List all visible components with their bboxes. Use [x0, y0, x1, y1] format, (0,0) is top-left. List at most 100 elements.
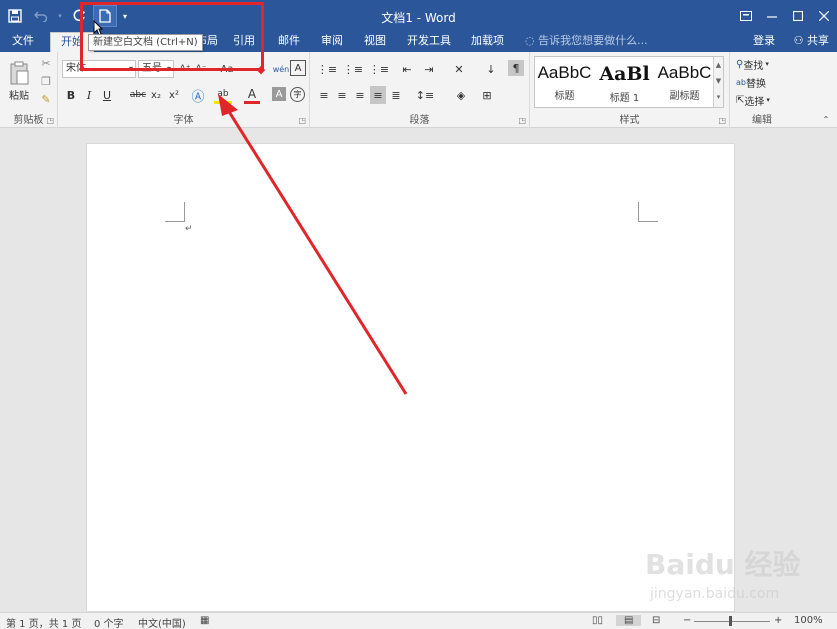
clear-formatting-icon[interactable]: ◆	[252, 60, 270, 78]
bold-button[interactable]: B	[64, 86, 78, 104]
enclose-characters-icon[interactable]: 字	[290, 87, 305, 102]
clipboard-group: 粘贴 ✂ ❐ ✎ 剪贴板 ◳	[0, 52, 58, 128]
chinese-layout-icon[interactable]: ✕	[448, 60, 470, 78]
editing-group-label: 编辑	[752, 115, 772, 126]
phonetic-guide-icon[interactable]: wén	[272, 60, 290, 78]
style-title[interactable]: AaBbC 标题	[535, 57, 594, 107]
sort-icon[interactable]: ↓	[482, 60, 500, 78]
tab-review[interactable]: 审阅	[321, 32, 343, 52]
sign-in-link[interactable]: 登录	[753, 32, 775, 50]
margin-corner-mark	[638, 202, 658, 222]
tab-developer[interactable]: 开发工具	[407, 32, 451, 52]
replace-button[interactable]: ab 替换	[736, 74, 766, 90]
macro-record-icon[interactable]: ▦	[200, 615, 209, 626]
format-painter-icon[interactable]: ✎	[38, 92, 54, 106]
language-indicator[interactable]: 中文(中国)	[138, 615, 186, 629]
grow-font-button[interactable]: A⁺	[178, 60, 192, 78]
borders-icon[interactable]: ⊞	[476, 86, 498, 104]
more-styles-icon[interactable]: ▾	[714, 89, 723, 105]
shading-icon[interactable]: ◈	[450, 86, 472, 104]
styles-gallery: AaBbC 标题 AaBl 标题 1 AaBbC 副标题 ▲ ▼ ▾	[534, 56, 724, 108]
zoom-out-icon[interactable]: −	[683, 615, 691, 626]
chevron-down-icon: ▾	[765, 60, 769, 68]
font-size-combo[interactable]: 五号 ▾	[138, 60, 174, 78]
multilevel-list-icon[interactable]: ⋮≡	[368, 60, 390, 78]
read-mode-icon[interactable]: ▯▯	[592, 615, 603, 626]
tab-addins[interactable]: 加载项	[471, 32, 504, 52]
paste-button[interactable]: 粘贴	[6, 58, 32, 104]
align-center-icon[interactable]: ≡	[334, 86, 350, 104]
zoom-slider-thumb[interactable]	[729, 616, 732, 626]
tab-file[interactable]: 文件	[12, 32, 34, 52]
vertical-scrollbar[interactable]	[825, 128, 837, 612]
window-controls	[733, 0, 837, 32]
paste-label: 粘贴	[9, 90, 29, 102]
highlight-button[interactable]: ab	[214, 86, 232, 104]
share-button[interactable]: ⚇ 共享	[790, 32, 833, 50]
customize-qat-icon[interactable]: ▾	[120, 6, 130, 26]
font-launcher-icon[interactable]: ◳	[298, 116, 306, 125]
tab-mailings[interactable]: 邮件	[278, 32, 300, 52]
tab-view[interactable]: 视图	[364, 32, 386, 52]
zoom-in-icon[interactable]: +	[774, 615, 782, 626]
style-heading-1[interactable]: AaBl 标题 1	[595, 57, 654, 107]
italic-button[interactable]: I	[82, 86, 96, 104]
document-page[interactable]: ↵	[86, 143, 735, 612]
line-spacing-icon[interactable]: ↕≡	[414, 86, 436, 104]
find-button[interactable]: ⚲ 查找 ▾	[736, 56, 769, 72]
styles-launcher-icon[interactable]: ◳	[718, 116, 726, 125]
ribbon-display-options-icon[interactable]	[733, 0, 759, 32]
decrease-indent-icon[interactable]: ⇤	[398, 60, 416, 78]
subscript-button[interactable]: x₂	[148, 86, 164, 104]
strikethrough-button[interactable]: abc	[128, 86, 148, 104]
copy-icon[interactable]: ❐	[38, 74, 54, 88]
style-sample: AaBbC	[657, 63, 712, 82]
collapse-ribbon-icon[interactable]: ⌃	[820, 114, 832, 124]
cut-icon[interactable]: ✂	[38, 56, 54, 70]
chevron-down-icon: ▾	[766, 96, 770, 104]
underline-button[interactable]: U	[100, 86, 114, 104]
share-label: 共享	[807, 34, 829, 47]
align-left-icon[interactable]: ≡	[316, 86, 332, 104]
chevron-down-icon[interactable]: ▼	[714, 73, 723, 89]
print-layout-icon[interactable]: ▤	[616, 615, 642, 626]
redo-icon[interactable]	[68, 6, 90, 26]
paragraph-launcher-icon[interactable]: ◳	[518, 116, 526, 125]
superscript-button[interactable]: x²	[166, 86, 182, 104]
bullets-icon[interactable]: ⋮≡	[316, 60, 338, 78]
save-icon[interactable]	[4, 6, 26, 26]
undo-icon[interactable]	[30, 6, 52, 26]
font-name-combo[interactable]: 宋体 ▾	[62, 60, 136, 78]
web-layout-icon[interactable]: ⊟	[652, 615, 660, 626]
align-right-icon[interactable]: ≡	[352, 86, 368, 104]
shrink-font-button[interactable]: A⁻	[194, 60, 208, 78]
show-formatting-marks-icon[interactable]: ¶	[508, 60, 524, 76]
justify-icon[interactable]: ≡	[370, 86, 386, 104]
character-shading-button[interactable]: A	[272, 87, 286, 101]
page-count[interactable]: 第 1 页，共 1 页	[6, 615, 81, 629]
style-sample: AaBl	[599, 63, 650, 85]
increase-indent-icon[interactable]: ⇥	[420, 60, 438, 78]
maximize-icon[interactable]	[785, 0, 811, 32]
clipboard-launcher-icon[interactable]: ◳	[46, 116, 54, 125]
close-icon[interactable]	[811, 0, 837, 32]
numbering-icon[interactable]: ⋮≡	[342, 60, 364, 78]
chevron-up-icon[interactable]: ▲	[714, 57, 723, 73]
style-subtitle[interactable]: AaBbC 副标题	[655, 57, 714, 107]
character-border-icon[interactable]: A	[290, 60, 306, 76]
styles-scroll[interactable]: ▲ ▼ ▾	[713, 57, 723, 107]
undo-dropdown-icon[interactable]: ▾	[56, 6, 64, 26]
styles-group-label: 样式	[619, 115, 640, 126]
tell-me-search[interactable]: ◌ 告诉我您想要做什么...	[525, 32, 648, 52]
text-effects-icon[interactable]: Ⓐ	[188, 86, 208, 105]
font-color-button[interactable]: A	[244, 86, 260, 104]
word-count[interactable]: 0 个字	[94, 615, 124, 629]
zoom-slider-track[interactable]	[694, 621, 770, 622]
zoom-level[interactable]: 100%	[794, 615, 823, 626]
change-case-button[interactable]: Aa	[216, 60, 238, 78]
minimize-icon[interactable]	[759, 0, 785, 32]
select-button[interactable]: ⇱ 选择 ▾	[736, 92, 770, 108]
tab-references[interactable]: 引用	[233, 32, 255, 52]
distributed-icon[interactable]: ≣	[388, 86, 404, 104]
paragraph-group: ⋮≡ ⋮≡ ⋮≡ ⇤ ⇥ ✕ ↓ ¶ ≡ ≡ ≡ ≡ ≣ ↕≡ ◈ ⊞ 段落 ◳	[310, 52, 530, 128]
